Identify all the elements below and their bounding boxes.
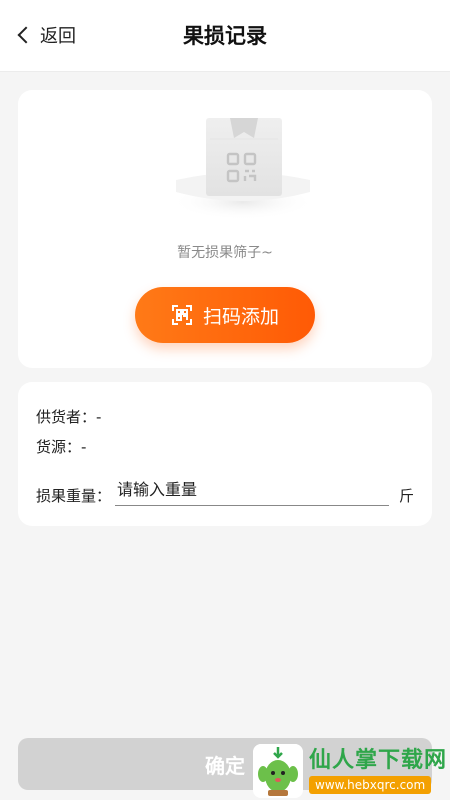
weight-unit: 斤 <box>398 487 414 505</box>
record-info-card: 供货者：- 货源：- 损果重量： 斤 <box>18 382 432 526</box>
qr-scan-icon <box>171 305 192 325</box>
page-title: 果损记录 <box>183 24 267 48</box>
watermark-url: www.hebxqrc.com <box>309 776 432 794</box>
weight-label: 损果重量： <box>36 487 112 505</box>
scan-add-button[interactable]: 扫码添加 <box>135 287 315 343</box>
empty-state-card: 暂无损果筛子~ 扫码添加 <box>18 90 432 368</box>
scan-add-label: 扫码添加 <box>202 305 279 328</box>
empty-message: 暂无损果筛子~ <box>177 245 273 261</box>
watermark-title: 仙人掌下载网 <box>309 748 448 773</box>
confirm-label: 确定 <box>205 753 245 778</box>
empty-box-qr-icon <box>171 118 315 220</box>
source-text: 货源：- <box>36 438 87 456</box>
weight-row: 损果重量： 斤 <box>36 480 414 506</box>
weight-input[interactable] <box>115 480 389 506</box>
cactus-logo-icon <box>253 744 303 798</box>
watermark-overlay: 仙人掌下载网 www.hebxqrc.com <box>253 744 447 798</box>
top-nav-bar: 返回 果损记录 <box>0 0 450 72</box>
supplier-text: 供货者：- <box>36 408 102 426</box>
